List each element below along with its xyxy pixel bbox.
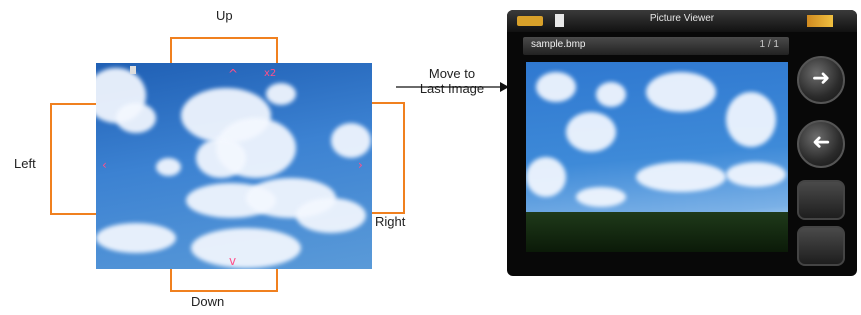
arrow	[396, 82, 509, 92]
tree-line	[526, 212, 788, 252]
zoom-indicator-icon: x2	[264, 68, 277, 79]
status-bar: Picture Viewer	[507, 10, 857, 32]
arrow-caption-line1: Move to	[428, 66, 476, 81]
left-bracket	[50, 103, 98, 215]
up-marker-icon: ^	[228, 67, 239, 81]
arrow-right-icon: ➜	[811, 66, 831, 91]
next-image-button[interactable]: ➜	[797, 56, 845, 104]
file-marker-icon	[130, 66, 136, 74]
viewer-photo	[526, 62, 788, 252]
right-bracket	[370, 102, 405, 214]
option-button[interactable]	[797, 226, 845, 266]
battery-icon	[517, 16, 543, 26]
menu-button[interactable]	[797, 180, 845, 220]
down-bracket	[170, 268, 278, 292]
app-title: Picture Viewer	[649, 13, 715, 24]
sky-image: ^ x2 ‹ › v	[96, 63, 372, 269]
right-marker-icon: ›	[358, 158, 363, 172]
image-counter: 1 / 1	[759, 39, 779, 50]
file-bar: sample.bmp 1 / 1	[523, 37, 789, 55]
left-marker-icon: ‹	[102, 158, 107, 172]
label-up: Up	[216, 8, 233, 23]
filename: sample.bmp	[531, 39, 586, 50]
label-left: Left	[14, 156, 36, 171]
down-marker-icon: v	[229, 254, 237, 268]
device-screen: Picture Viewer sample.bmp 1 / 1 ➜ ➜	[507, 10, 857, 276]
up-bracket	[170, 37, 278, 65]
signal-icon	[807, 15, 833, 27]
previous-image-button[interactable]: ➜	[797, 120, 845, 168]
document-icon	[555, 14, 564, 27]
label-down: Down	[191, 294, 225, 309]
arrow-left-icon: ➜	[811, 130, 831, 155]
label-right: Right	[375, 214, 406, 229]
